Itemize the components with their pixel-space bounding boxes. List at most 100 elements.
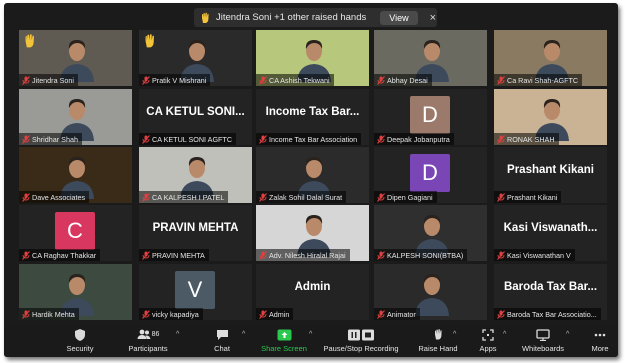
share-screen-label: Share Screen [261,344,307,353]
participant-name-tag: Zalak Sohil Dalal Surat [256,191,347,203]
participant-display-name: Prashant Kikani [507,164,594,176]
participant-tile-ca-raghav-thakkar[interactable]: C CA Raghav Thakkar [19,205,132,261]
muted-mic-icon [497,309,505,319]
muted-mic-icon [259,192,267,202]
participant-tile-income-tax-bar-association[interactable]: Income Tax Bar... Income Tax Bar Associat… [256,89,369,145]
participant-tile-dave-associates[interactable]: Dave Associates [19,147,132,203]
security-button[interactable]: Security [60,327,100,355]
participant-tile-ca-ashish-tekwani[interactable]: CA Ashish Tekwani [256,30,369,86]
muted-mic-icon [142,134,150,144]
raise-hand-chevron-icon[interactable]: ^ [453,331,456,338]
participant-name-tag: Adv. Nilesh Hiralal Rajai [256,249,350,261]
participant-name: KALPESH SONI(BTBA) [387,250,464,260]
participant-tile-pravin-mehta[interactable]: PRAVIN MEHTA PRAVIN MEHTA [139,205,252,261]
participant-name: Dipen Gagiani [387,192,433,202]
participant-tile-ronak-shah[interactable]: RONAK SHAH [494,89,607,145]
participant-tile-shridhar-shah[interactable]: Shridhar Shah [19,89,132,145]
participant-tile-admin[interactable]: Admin Admin [256,264,369,320]
whiteboards-label: Whiteboards [521,344,565,353]
participant-tile-baroda-tax-bar-association[interactable]: Baroda Tax Bar... Baroda Tax Bar Associat… [494,264,607,320]
participant-name-tag: RONAK SHAH [494,133,559,145]
participant-name-tag: CA KALPESH I PATEL [139,191,229,203]
participants-icon: 86 [120,327,176,342]
participant-tile-zalak-sohil-dalal-surat[interactable]: Zalak Sohil Dalal Surat [256,147,369,203]
participant-tile-adv-nilesh-hiralal-rajai[interactable]: Adv. Nilesh Hiralal Rajai [256,205,369,261]
chat-icon [204,327,240,342]
participant-name-tag: Baroda Tax Bar Associatio... [494,308,601,320]
participant-tile-kasi-viswanathan-v[interactable]: Kasi Viswanath... Kasi Viswanathan V [494,205,607,261]
participant-tile-hardik-mehta[interactable]: Hardik Mehta [19,264,132,320]
muted-mic-icon [377,75,385,85]
muted-mic-icon [497,134,505,144]
participant-initial-avatar: V [175,271,215,309]
shield-icon [60,327,100,342]
participant-tile-kalpesh-soni-btba[interactable]: KALPESH SONI(BTBA) [374,205,487,261]
participant-name: Ca Ravi Shah-AGFTC [507,75,579,85]
participant-name: Adv. Nilesh Hiralal Rajai [269,250,346,260]
participant-name-tag: Abhay Desai [374,74,432,86]
participant-tile-ca-ketul-soni-agftc[interactable]: CA KETUL SONI... CA KETUL SONI AGFTC [139,89,252,145]
muted-mic-icon [22,134,30,144]
participants-button[interactable]: 86 Participants [120,327,176,355]
participant-initial-avatar: C [55,212,95,250]
share-chevron-icon[interactable]: ^ [309,331,312,338]
participant-name-tag: Dipen Gagiani [374,191,437,203]
meeting-toolbar: Security 86 Participants ^ Chat ^ Share … [4,325,618,357]
muted-mic-icon [497,250,505,260]
muted-mic-icon [142,192,150,202]
raised-hand-icon [23,33,37,49]
participant-name: Dave Associates [32,192,86,202]
recording-button[interactable]: Pause/Stop Recording [318,327,404,355]
participant-tile-ca-kalpesh-i-patel[interactable]: CA KALPESH I PATEL [139,147,252,203]
muted-mic-icon [22,75,30,85]
more-label: More [591,344,609,353]
participant-tile-vicky-kapadiya[interactable]: Vvicky kapadiya [139,264,252,320]
participant-name: Admin [269,309,290,319]
raised-hand-icon [143,33,157,49]
apps-button[interactable]: Apps [470,327,506,355]
participant-tile-ca-ravi-shah-agftc[interactable]: Ca Ravi Shah-AGFTC [494,30,607,86]
participant-tile-animator[interactable]: Animator [374,264,487,320]
share-screen-icon [256,327,312,342]
pause-stop-icon [318,327,404,342]
participant-name: CA Ashish Tekwani [269,75,330,85]
whiteboard-icon [516,327,570,342]
participant-name: Income Tax Bar Association [269,134,358,144]
participant-name: CA KETUL SONI AGFTC [152,134,233,144]
muted-mic-icon [259,250,267,260]
participant-name: Zalak Sohil Dalal Surat [269,192,343,202]
participant-name-tag: CA Ashish Tekwani [256,74,334,86]
whiteboards-button[interactable]: Whiteboards [516,327,570,355]
muted-mic-icon [22,309,30,319]
participant-name-tag: KALPESH SONI(BTBA) [374,249,468,261]
participant-name-tag: Deepak Jobanputra [374,133,454,145]
participant-tile-deepak-jobanputra[interactable]: D Deepak Jobanputra [374,89,487,145]
participant-tile-jitendra-soni[interactable]: Jitendra Soni [19,30,132,86]
participant-name-tag: Ca Ravi Shah-AGFTC [494,74,583,86]
chat-button[interactable]: Chat [204,327,240,355]
chat-chevron-icon[interactable]: ^ [242,331,245,338]
participants-chevron-icon[interactable]: ^ [176,331,179,338]
participant-tile-dipen-gagiani[interactable]: D Dipen Gagiani [374,147,487,203]
close-icon[interactable]: × [430,12,436,24]
apps-chevron-icon[interactable]: ^ [503,331,506,338]
whiteboards-chevron-icon[interactable]: ^ [566,331,569,338]
participant-name-tag: Income Tax Bar Association [256,133,362,145]
view-button[interactable]: View [380,10,418,25]
muted-mic-icon [142,250,150,260]
zoom-meeting-window: Jitendra Soni +1 other raised hands View… [4,3,618,357]
muted-mic-icon [142,309,150,319]
more-button[interactable]: More [586,327,614,355]
muted-mic-icon [259,75,267,85]
participant-name: CA KALPESH I PATEL [152,192,225,202]
muted-mic-icon [377,192,385,202]
participant-name-tag: Animator [374,308,420,320]
participant-name-tag: Hardik Mehta [19,308,79,320]
participant-tile-prashant-kikani[interactable]: Prashant Kikani Prashant Kikani [494,147,607,203]
participant-tile-abhay-desai[interactable]: Abhay Desai [374,30,487,86]
participants-label: Participants [128,344,168,353]
share-screen-button[interactable]: Share Screen [256,327,312,355]
participant-tile-pratik-v-mishrani[interactable]: Pratik V Mishrani [139,30,252,86]
raised-hands-notification: Jitendra Soni +1 other raised hands View… [194,8,437,27]
muted-mic-icon [22,192,30,202]
